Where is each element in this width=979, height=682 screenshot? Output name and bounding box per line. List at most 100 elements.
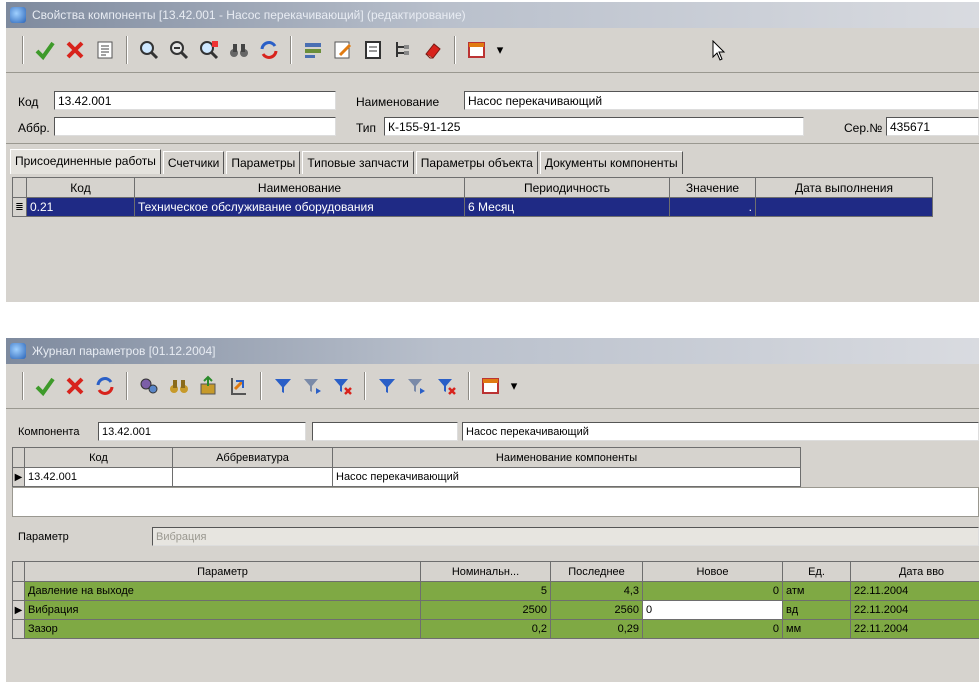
code-field[interactable]: 13.42.001 xyxy=(54,91,336,110)
column-header[interactable]: Код xyxy=(24,447,173,468)
tab-component-documents[interactable]: Документы компоненты xyxy=(539,151,683,174)
component-name-field[interactable]: Насос перекачивающий xyxy=(462,422,979,441)
export-icon[interactable] xyxy=(194,371,224,401)
window-icon[interactable] xyxy=(462,35,492,65)
parameter-filter-field[interactable]: Вибрация xyxy=(152,527,979,546)
column-header[interactable]: Новое xyxy=(642,561,783,582)
app-icon xyxy=(10,343,26,359)
tab-parameters[interactable]: Параметры xyxy=(226,151,301,174)
cell-unit[interactable]: мм xyxy=(782,619,851,639)
list-icon[interactable] xyxy=(90,35,120,65)
filter-clear-icon[interactable] xyxy=(432,371,462,401)
table-row[interactable]: ▶ Вибрация 2500 2560 0 вд 22.11.2004 xyxy=(12,600,979,620)
cell-date[interactable]: 22.11.2004 xyxy=(850,600,979,620)
column-header[interactable]: Наименование xyxy=(134,177,465,198)
table-row[interactable]: Зазор 0,2 0,29 0 мм 22.11.2004 xyxy=(12,619,979,639)
column-header[interactable]: Ед. xyxy=(782,561,851,582)
import-icon[interactable] xyxy=(224,371,254,401)
document-icon[interactable] xyxy=(358,35,388,65)
cell-nominal[interactable]: 5 xyxy=(420,581,551,601)
window-icon[interactable] xyxy=(476,371,506,401)
column-header[interactable]: Значение xyxy=(669,177,756,198)
tab-counters[interactable]: Счетчики xyxy=(162,151,225,174)
zoom-in-icon[interactable] xyxy=(134,35,164,65)
edit-icon[interactable] xyxy=(328,35,358,65)
filter-next-icon[interactable] xyxy=(298,371,328,401)
table-header-row: Параметр Номинальн... Последнее Новое Ед… xyxy=(12,561,979,582)
table-row[interactable]: ≣ 0.21 Техническое обслуживание оборудов… xyxy=(12,197,933,217)
cell-new[interactable]: 0 xyxy=(642,619,783,639)
close-icon[interactable] xyxy=(60,35,90,65)
dropdown-arrow-icon[interactable]: ▾ xyxy=(492,35,506,65)
cell-parameter[interactable]: Давление на выходе xyxy=(24,581,421,601)
cell-date[interactable]: 22.11.2004 xyxy=(850,619,979,639)
type-label: Тип xyxy=(356,121,377,135)
window2-titlebar[interactable]: Журнал параметров [01.12.2004] xyxy=(6,338,979,364)
name-field[interactable]: Насос перекачивающий xyxy=(464,91,979,110)
component-code-field[interactable]: 13.42.001 xyxy=(98,422,306,441)
cell-name[interactable]: Насос перекачивающий xyxy=(332,467,801,487)
dropdown-arrow-icon[interactable]: ▾ xyxy=(506,371,520,401)
zoom-all-icon[interactable] xyxy=(194,35,224,65)
window1-titlebar[interactable]: Свойства компоненты [13.42.001 - Насос п… xyxy=(6,2,979,28)
column-header[interactable]: Дата выполнения xyxy=(755,177,933,198)
filter-clear-icon[interactable] xyxy=(328,371,358,401)
cell-date[interactable] xyxy=(755,197,933,217)
cell-nominal[interactable]: 2500 xyxy=(420,600,551,620)
column-header[interactable]: Последнее xyxy=(550,561,643,582)
cell-abbr[interactable] xyxy=(172,467,333,487)
type-field[interactable]: К-155-91-125 xyxy=(384,117,804,136)
refresh-icon[interactable] xyxy=(90,371,120,401)
filter-icon[interactable] xyxy=(268,371,298,401)
settings-icon[interactable] xyxy=(298,35,328,65)
table-row[interactable]: Давление на выходе 5 4,3 0 атм 22.11.200… xyxy=(12,581,979,601)
toolbar-separator xyxy=(126,36,128,64)
component-mid-field[interactable] xyxy=(312,422,458,441)
cell-value[interactable]: . xyxy=(669,197,756,217)
check-icon[interactable] xyxy=(30,35,60,65)
refresh-icon[interactable] xyxy=(254,35,284,65)
cell-code[interactable]: 13.42.001 xyxy=(24,467,173,487)
column-header[interactable]: Наименование компоненты xyxy=(332,447,801,468)
cell-last[interactable]: 2560 xyxy=(550,600,643,620)
toolbar-separator xyxy=(22,372,24,400)
cell-date[interactable]: 22.11.2004 xyxy=(850,581,979,601)
tab-object-parameters[interactable]: Параметры объекта xyxy=(415,151,538,174)
cell-unit[interactable]: вд xyxy=(782,600,851,620)
tab-spare-parts[interactable]: Типовые запчасти xyxy=(302,151,414,174)
column-header[interactable]: Дата вво xyxy=(850,561,979,582)
eraser-icon[interactable] xyxy=(418,35,448,65)
cell-name[interactable]: Техническое обслуживание оборудования xyxy=(134,197,465,217)
cell-unit[interactable]: атм xyxy=(782,581,851,601)
filter-next-icon[interactable] xyxy=(402,371,432,401)
cell-new[interactable]: 0 xyxy=(642,581,783,601)
new-value-input[interactable]: 0 xyxy=(642,600,783,620)
column-header[interactable]: Номинальн... xyxy=(420,561,551,582)
cell-period[interactable]: 6 Месяц xyxy=(464,197,670,217)
column-header[interactable]: Параметр xyxy=(24,561,421,582)
table-row[interactable]: ▶ 13.42.001 Насос перекачивающий xyxy=(12,467,801,487)
tree-icon[interactable] xyxy=(388,35,418,65)
close-icon[interactable] xyxy=(60,371,90,401)
gears-icon[interactable] xyxy=(134,371,164,401)
serial-label: Сер.№ xyxy=(844,121,883,135)
column-header[interactable]: Код xyxy=(26,177,135,198)
cell-code[interactable]: 0.21 xyxy=(26,197,135,217)
cell-last[interactable]: 0,29 xyxy=(550,619,643,639)
binoculars-icon[interactable] xyxy=(164,371,194,401)
tab-attached-works[interactable]: Присоединенные работы xyxy=(10,149,161,174)
filter-icon[interactable] xyxy=(372,371,402,401)
cell-last[interactable]: 4,3 xyxy=(550,581,643,601)
column-header[interactable]: Периодичность xyxy=(464,177,670,198)
zoom-out-icon[interactable] xyxy=(164,35,194,65)
row-indicator: ▶ xyxy=(12,600,25,620)
cell-parameter[interactable]: Зазор xyxy=(24,619,421,639)
column-header[interactable]: Аббревиатура xyxy=(172,447,333,468)
cell-parameter[interactable]: Вибрация xyxy=(24,600,421,620)
serial-field[interactable]: 435671 xyxy=(886,117,979,136)
binoculars-icon[interactable] xyxy=(224,35,254,65)
row-indicator: ≣ xyxy=(12,197,27,217)
cell-nominal[interactable]: 0,2 xyxy=(420,619,551,639)
check-icon[interactable] xyxy=(30,371,60,401)
abbr-field[interactable] xyxy=(54,117,336,136)
